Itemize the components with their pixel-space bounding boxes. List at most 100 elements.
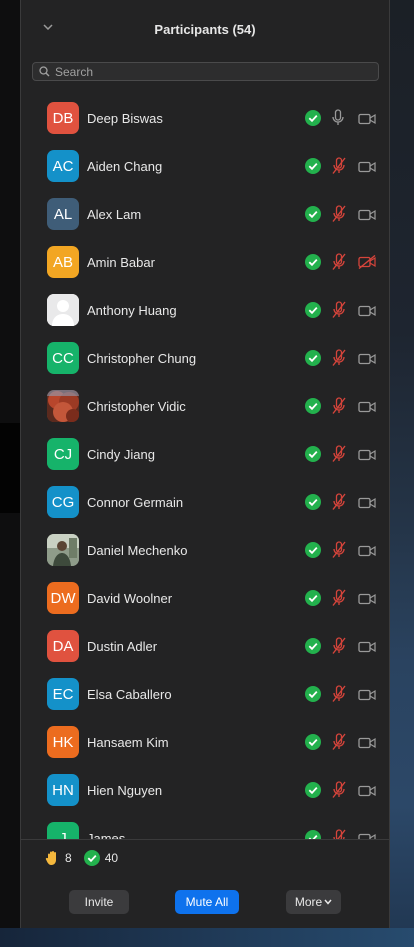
avatar: J (47, 822, 79, 839)
participant-row[interactable]: DW David Woolner (21, 575, 389, 623)
check-icon (305, 302, 321, 323)
microphone-muted-icon[interactable] (331, 733, 347, 756)
microphone-muted-icon[interactable] (331, 445, 347, 468)
avatar-initials: AB (52, 253, 73, 271)
video-camera-icon[interactable] (358, 112, 376, 130)
participant-name: Daniel Mechenko (87, 543, 188, 558)
microphone-muted-icon[interactable] (331, 493, 347, 516)
avatar (47, 534, 79, 566)
video-camera-icon[interactable] (358, 784, 376, 802)
yes-count-value: 40 (104, 851, 119, 865)
invite-button[interactable]: Invite (69, 890, 129, 914)
avatar-initials: EC (52, 685, 74, 703)
avatar (47, 390, 79, 422)
chevron-down-icon (324, 899, 332, 905)
video-camera-icon[interactable] (358, 592, 376, 610)
microphone-muted-icon[interactable] (331, 349, 347, 372)
microphone-muted-icon[interactable] (331, 253, 347, 276)
microphone-muted-icon[interactable] (331, 829, 347, 839)
video-camera-icon[interactable] (358, 448, 376, 466)
microphone-muted-icon[interactable] (331, 157, 347, 180)
raised-hand-icon (45, 851, 56, 865)
microphone-muted-icon[interactable] (331, 301, 347, 324)
microphone-muted-icon[interactable] (331, 589, 347, 612)
participant-row[interactable]: HN Hien Nguyen (21, 767, 389, 815)
participant-name: Cindy Jiang (87, 447, 155, 462)
participants-panel: Participants (54) DB Deep Biswas AC Aiden C… (20, 0, 390, 928)
participant-row[interactable]: EC Elsa Caballero (21, 671, 389, 719)
avatar: AL (47, 198, 79, 230)
avatar: DB (47, 102, 79, 134)
check-icon (305, 446, 321, 467)
video-camera-icon[interactable] (358, 160, 376, 178)
microphone-muted-icon[interactable] (331, 397, 347, 420)
participant-row[interactable]: Daniel Mechenko (21, 527, 389, 575)
video-camera-icon[interactable] (358, 208, 376, 226)
avatar-initials: HN (52, 781, 74, 799)
participant-row[interactable]: Anthony Huang (21, 287, 389, 335)
raised-hands-count: 8 (45, 850, 72, 866)
participant-row[interactable]: CJ Cindy Jiang (21, 431, 389, 479)
video-camera-icon[interactable] (358, 352, 376, 370)
check-icon (83, 850, 100, 866)
participant-name: Elsa Caballero (87, 687, 172, 702)
avatar-initials: DB (52, 109, 74, 127)
desktop-wallpaper-bottom (0, 928, 414, 947)
avatar-initials: CJ (53, 445, 73, 463)
participant-row[interactable]: AL Alex Lam (21, 191, 389, 239)
participant-row[interactable]: J James (21, 815, 389, 839)
participant-row[interactable]: CG Connor Germain (21, 479, 389, 527)
participant-name: Hansaem Kim (87, 735, 169, 750)
avatar: HN (47, 774, 79, 806)
more-button[interactable]: More (286, 890, 341, 914)
participant-row[interactable]: HK Hansaem Kim (21, 719, 389, 767)
microphone-icon[interactable] (331, 109, 345, 132)
check-icon (305, 158, 321, 179)
footer-divider (21, 839, 389, 840)
raised-hands-value: 8 (65, 851, 72, 865)
microphone-muted-icon[interactable] (331, 685, 347, 708)
participant-row[interactable]: AB Amin Babar (21, 239, 389, 287)
video-camera-icon[interactable] (358, 688, 376, 706)
avatar-initials: J (59, 829, 67, 840)
mute-all-button[interactable]: Mute All (175, 890, 239, 914)
avatar-initials: DA (52, 637, 74, 655)
check-icon (305, 686, 321, 707)
microphone-muted-icon[interactable] (331, 541, 347, 564)
video-camera-icon[interactable] (358, 544, 376, 562)
check-icon (305, 734, 321, 755)
avatar (47, 294, 79, 326)
microphone-muted-icon[interactable] (331, 205, 347, 228)
video-camera-icon[interactable] (358, 400, 376, 418)
check-icon (305, 782, 321, 803)
microphone-muted-icon[interactable] (331, 637, 347, 660)
reaction-counts: 8 40 (45, 850, 130, 866)
panel-title: Participants (54) (154, 22, 256, 37)
video-camera-icon[interactable] (358, 496, 376, 514)
avatar-initials: AC (52, 157, 74, 175)
background-window-band (0, 423, 20, 513)
avatar-initials: DW (50, 589, 76, 607)
avatar: AB (47, 246, 79, 278)
participant-row[interactable]: DB Deep Biswas (21, 95, 389, 143)
participant-row[interactable]: Christopher Vidic (21, 383, 389, 431)
search-input[interactable] (55, 64, 355, 79)
participant-name: Deep Biswas (87, 111, 163, 126)
participant-list[interactable]: DB Deep Biswas AC Aiden Chang AL Alex Lam AB Am… (21, 95, 389, 839)
video-camera-icon[interactable] (358, 640, 376, 658)
video-camera-icon[interactable] (358, 832, 376, 839)
avatar: HK (47, 726, 79, 758)
participant-name: Christopher Vidic (87, 399, 186, 414)
video-camera-icon[interactable] (358, 304, 376, 322)
participant-row[interactable]: DA Dustin Adler (21, 623, 389, 671)
check-icon (305, 350, 321, 371)
avatar: CG (47, 486, 79, 518)
participant-row[interactable]: CC Christopher Chung (21, 335, 389, 383)
participant-row[interactable]: AC Aiden Chang (21, 143, 389, 191)
video-off-icon[interactable] (358, 254, 376, 274)
participant-name: Aiden Chang (87, 159, 163, 174)
microphone-muted-icon[interactable] (331, 781, 347, 804)
search-box[interactable] (32, 62, 379, 81)
video-camera-icon[interactable] (358, 736, 376, 754)
check-icon (305, 542, 321, 563)
